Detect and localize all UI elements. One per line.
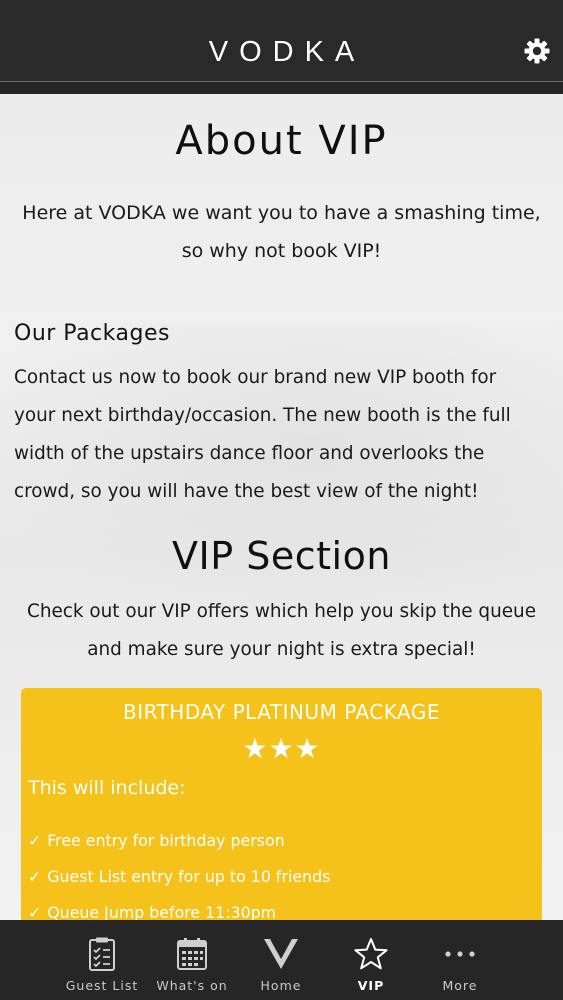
- vip-section-text: Check out our VIP offers which help you …: [10, 593, 553, 669]
- vip-section-heading: VIP Section: [172, 534, 391, 578]
- star-icon: [351, 936, 391, 972]
- tab-label: VIP: [357, 978, 385, 993]
- list-item: ✓ Guest List entry for up to 10 friends: [28, 866, 532, 902]
- app-header: VODKA: [0, 0, 563, 82]
- tab-vip[interactable]: VIP: [326, 920, 416, 1000]
- page-title: About VIP: [175, 118, 388, 164]
- package-items: ✓ Free entry for birthday person ✓ Guest L…: [28, 830, 532, 920]
- package-includes-label: This will include:: [28, 777, 186, 799]
- intro-line: so why not book VIP!: [181, 240, 382, 262]
- packages-line: your next birthday/occasion. The new boo…: [14, 405, 511, 426]
- calendar-icon: [172, 936, 212, 972]
- list-item-label: Free entry for birthday person: [47, 831, 285, 850]
- gear-icon[interactable]: [523, 37, 551, 65]
- vip-line: and make sure your night is extra specia…: [87, 639, 476, 660]
- tab-guest-list[interactable]: Guest List: [57, 920, 147, 1000]
- check-icon: ✓: [28, 903, 42, 920]
- intro-text: Here at VODKA we want you to have a smas…: [14, 194, 549, 270]
- app-logo: VODKA: [208, 36, 366, 68]
- intro-line: Here at VODKA we want you to have a smas…: [22, 202, 541, 224]
- list-item-label: Guest List entry for up to 10 friends: [47, 867, 331, 886]
- check-icon: ✓: [28, 867, 42, 886]
- list-item: ✓ Free entry for birthday person: [28, 830, 532, 866]
- content-area[interactable]: About VIP Here at VODKA we want you to h…: [0, 94, 563, 920]
- packages-line: crowd, so you will have the best view of…: [14, 481, 479, 502]
- package-name: BIRTHDAY PLATINUM PACKAGE: [123, 700, 440, 724]
- clipboard-icon: [82, 936, 122, 972]
- packages-text: Contact us now to book our brand new VIP…: [14, 359, 541, 511]
- star-rating: ★★★: [242, 732, 321, 765]
- more-icon: [440, 936, 480, 972]
- list-item: ✓ Queue Jump before 11:30pm: [28, 902, 532, 920]
- packages-line: width of the upstairs dance floor and ov…: [14, 443, 485, 464]
- tab-more[interactable]: More: [415, 920, 505, 1000]
- vip-line: Check out our VIP offers which help you …: [26, 601, 537, 622]
- birthday-package-card[interactable]: BIRTHDAY PLATINUM PACKAGE ★★★ This will …: [21, 688, 542, 920]
- vodka-logo-icon: [261, 936, 301, 972]
- tab-label: Home: [260, 978, 302, 993]
- tab-label: Guest List: [65, 978, 139, 993]
- tab-label: More: [442, 978, 478, 993]
- packages-line: Contact us now to book our brand new VIP…: [14, 367, 497, 388]
- tab-whats-on[interactable]: What's on: [147, 920, 237, 1000]
- tab-label: What's on: [156, 978, 228, 993]
- packages-heading: Our Packages: [14, 321, 170, 346]
- bottom-tab-bar: Guest List What's on Home VIP More: [0, 920, 563, 1000]
- header-divider: [0, 82, 563, 94]
- tab-home[interactable]: Home: [236, 920, 326, 1000]
- list-item-label: Queue Jump before 11:30pm: [47, 903, 277, 920]
- check-icon: ✓: [28, 831, 42, 850]
